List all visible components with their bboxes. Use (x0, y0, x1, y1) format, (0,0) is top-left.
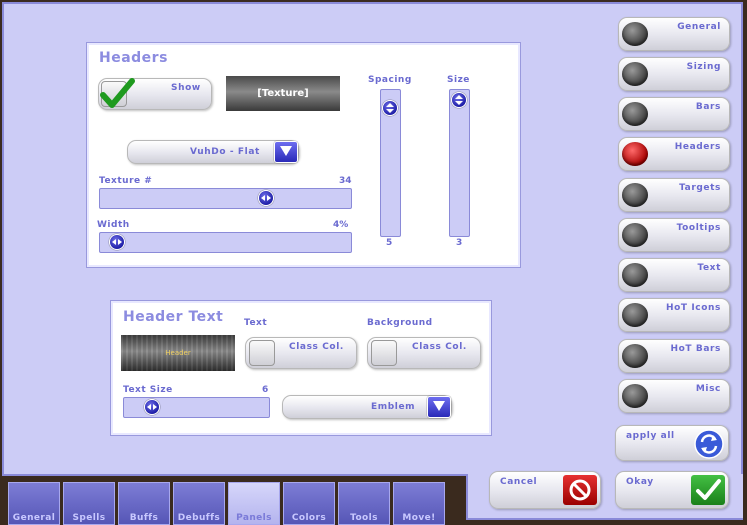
tab-colors[interactable]: Colors (283, 482, 335, 525)
sidebar-item-text[interactable]: Text (618, 258, 730, 292)
checkmark-icon (100, 78, 135, 108)
texture-num-slider[interactable] (99, 188, 352, 209)
tab-spells[interactable]: Spells (63, 482, 115, 525)
sidebar-item-label: HoT Bars (670, 344, 721, 354)
orb-icon (622, 384, 648, 408)
sidebar-item-targets[interactable]: Targets (618, 178, 730, 212)
sidebar-item-label: Bars (695, 102, 721, 112)
orb-icon (622, 223, 648, 247)
slider-knob[interactable] (451, 92, 467, 108)
background-color-value: Class Col. (412, 342, 467, 352)
sidebar-item-hot-bars[interactable]: HoT Bars (618, 339, 730, 373)
orb-icon (622, 303, 648, 327)
sidebar-item-label: HoT Icons (665, 303, 721, 313)
sidebar-item-label: Sizing (686, 62, 721, 72)
width-slider[interactable] (99, 232, 352, 253)
size-value: 3 (456, 238, 463, 248)
cancel-icon (563, 475, 597, 505)
background-color-label: Background (367, 318, 433, 328)
headers-panel-title: Headers (99, 50, 168, 66)
texture-dropdown-value: VuhDo - Flat (190, 147, 260, 157)
spacing-slider[interactable] (380, 89, 401, 237)
background-color-swatch[interactable] (371, 340, 397, 366)
size-slider[interactable] (449, 89, 470, 237)
texture-button[interactable]: [Texture] (226, 76, 340, 111)
text-size-label: Text Size (123, 385, 173, 395)
tab-label: General (12, 513, 56, 523)
sidebar-item-label: Misc (695, 384, 721, 394)
font-dropdown[interactable]: Emblem (282, 395, 452, 419)
size-label: Size (447, 75, 470, 85)
tab-label: Spells (72, 513, 106, 523)
slider-knob[interactable] (144, 399, 160, 415)
orb-icon (622, 344, 648, 368)
okay-label: Okay (626, 477, 654, 487)
sidebar-item-tooltips[interactable]: Tooltips (618, 218, 730, 252)
header-text-panel-title: Header Text (123, 309, 224, 325)
dropdown-arrow-icon[interactable] (274, 141, 298, 163)
sidebar-item-label: General (677, 22, 721, 32)
tab-panels[interactable]: Panels (228, 482, 280, 525)
sidebar-item-label: Targets (679, 183, 721, 193)
tab-label: Buffs (129, 513, 159, 523)
refresh-icon (694, 429, 724, 459)
text-color-label: Text (244, 318, 268, 328)
tab-label: Panels (236, 513, 272, 523)
tab-label: Tools (350, 513, 378, 523)
tab-label: Colors (291, 513, 327, 523)
tab-buffs[interactable]: Buffs (118, 482, 170, 525)
sidebar-item-label: Headers (674, 142, 721, 152)
slider-knob[interactable] (109, 234, 125, 250)
dropdown-arrow-icon[interactable] (427, 396, 451, 418)
tab-label: Debuffs (177, 513, 221, 523)
okay-button[interactable]: Okay (615, 471, 729, 509)
background-color-button[interactable]: Class Col. (367, 337, 481, 369)
texture-dropdown[interactable]: VuhDo - Flat (127, 140, 299, 164)
sidebar-item-label: Tooltips (676, 223, 721, 233)
text-size-slider[interactable] (123, 397, 270, 418)
text-color-button[interactable]: Class Col. (245, 337, 357, 369)
checkmark-icon (691, 475, 725, 505)
orb-icon (622, 102, 648, 126)
tab-label: Move! (402, 513, 436, 523)
show-toggle[interactable]: Show (98, 78, 212, 110)
text-color-swatch[interactable] (249, 340, 275, 366)
orb-icon (622, 263, 648, 287)
sidebar-item-label: Text (697, 263, 721, 273)
tab-general[interactable]: General (8, 482, 60, 525)
apply-all-button[interactable]: apply all (615, 425, 729, 461)
sidebar-item-general[interactable]: General (618, 17, 730, 51)
header-preview: Header (121, 335, 235, 371)
tab-debuffs[interactable]: Debuffs (173, 482, 225, 525)
sidebar-item-bars[interactable]: Bars (618, 97, 730, 131)
cancel-label: Cancel (500, 477, 538, 487)
orb-icon (622, 62, 648, 86)
texture-num-label: Texture # (99, 176, 153, 186)
slider-knob[interactable] (258, 190, 274, 206)
active-orb-icon (622, 142, 648, 166)
width-value: 4% (333, 220, 349, 230)
sidebar-item-misc[interactable]: Misc (618, 379, 730, 413)
orb-icon (622, 183, 648, 207)
texture-num-value: 34 (339, 176, 352, 186)
spacing-value: 5 (386, 238, 393, 248)
spacing-label: Spacing (368, 75, 412, 85)
orb-icon (622, 22, 648, 46)
width-label: Width (97, 220, 130, 230)
tab-move[interactable]: Move! (393, 482, 445, 525)
font-dropdown-value: Emblem (371, 402, 416, 412)
slider-knob[interactable] (382, 100, 398, 116)
tab-tools[interactable]: Tools (338, 482, 390, 525)
apply-all-label: apply all (626, 431, 675, 441)
show-label: Show (171, 83, 201, 93)
sidebar-item-headers[interactable]: Headers (618, 137, 730, 171)
sidebar-item-sizing[interactable]: Sizing (618, 57, 730, 91)
cancel-button[interactable]: Cancel (489, 471, 601, 509)
sidebar-item-hot-icons[interactable]: HoT Icons (618, 298, 730, 332)
text-color-value: Class Col. (289, 342, 344, 352)
text-size-value: 6 (262, 385, 269, 395)
